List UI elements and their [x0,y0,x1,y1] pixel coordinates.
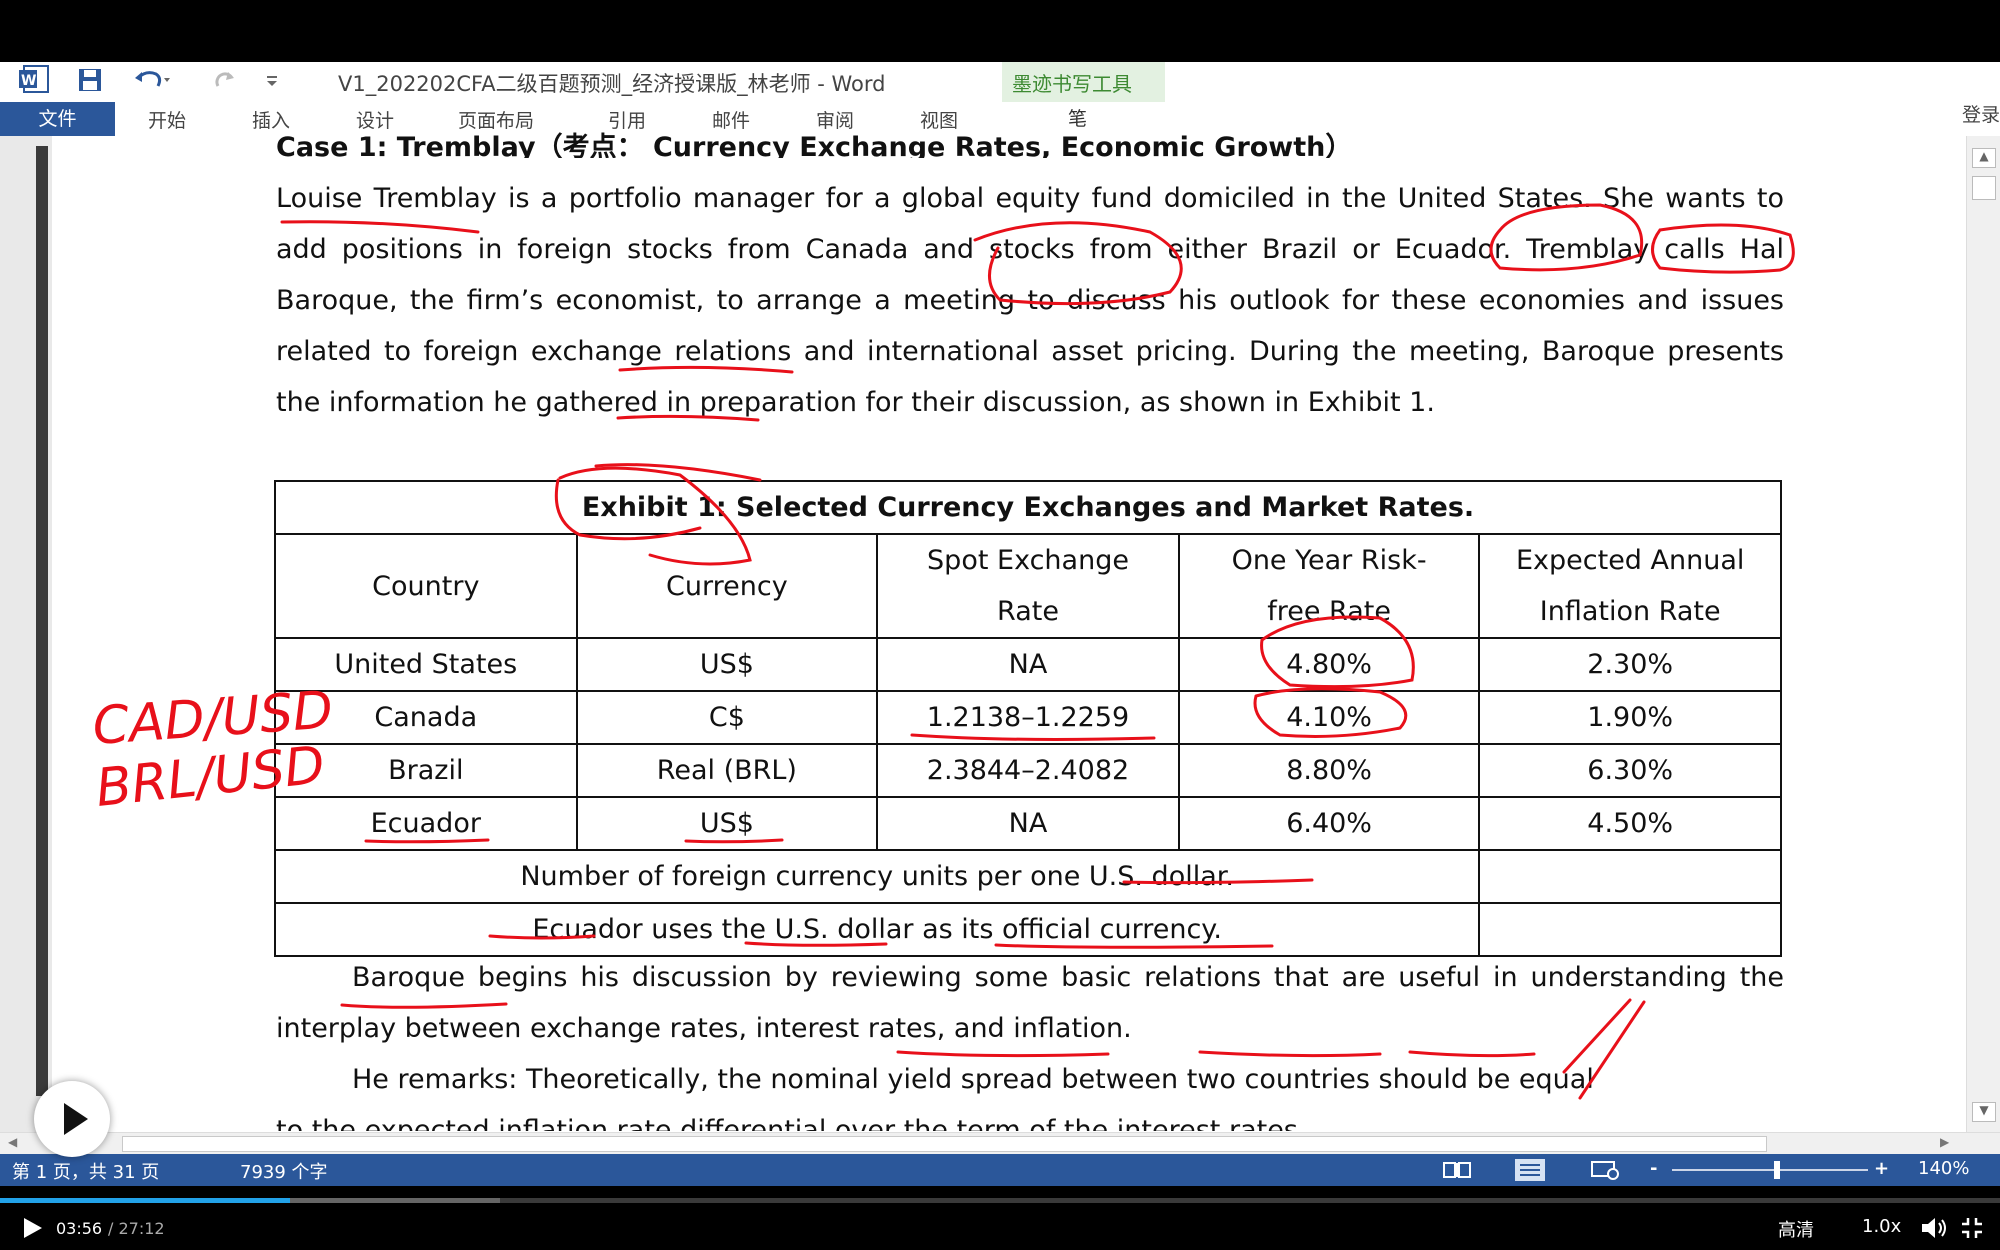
current-time: 03:56 [56,1219,103,1238]
cell-currency: Real (BRL) [575,743,879,798]
table-row: Brazil Real (BRL) 2.3844–2.4082 8.80% 6.… [274,743,1782,798]
cell-inflation: 6.30% [1478,743,1782,798]
play-icon[interactable] [20,1216,44,1244]
header-rf-line1: One Year Risk- [1231,545,1427,576]
cell-spot: NA [876,796,1180,851]
word-count[interactable]: 7939 个字 [240,1158,328,1184]
header-rf-line2: free Rate [1267,596,1391,627]
read-mode-icon[interactable] [1442,1160,1472,1185]
redo-icon[interactable] [210,66,240,100]
header-spot: Spot Exchange Rate [876,533,1180,639]
horizontal-scrollbar[interactable]: ◀ ▶ [0,1132,2000,1154]
tab-home[interactable]: 开始 [148,106,186,133]
table-row: Ecuador US$ NA 6.40% 4.50% [274,796,1782,851]
header-country: Country [274,533,578,639]
table-note-empty-cell [1478,902,1782,957]
cell-currency: C$ [575,690,879,745]
table-note-ecuador: Ecuador uses the U.S. dollar as its offi… [273,902,1481,957]
tab-file[interactable]: 文件 [0,102,115,136]
video-top-band [0,0,2000,62]
quality-selector[interactable]: 高清 [1778,1216,1814,1242]
cell-spot: 1.2138–1.2259 [876,690,1180,745]
zoom-slider[interactable] [1672,1169,1868,1171]
duration: / 27:12 [108,1219,165,1238]
vertical-scrollbar[interactable]: ▲ ▼ [1966,136,2000,1132]
cell-country: Brazil [274,743,578,798]
window-title: V1_202202CFA二级百题预测_经济授课版_林老师 - Word [338,72,886,96]
paragraph-discussion: Baroque begins his discussion by reviewi… [276,962,1784,1044]
header-inflation: Expected Annual Inflation Rate [1478,533,1782,639]
paragraph-remarks-continued: to the expected inflation rate different… [276,1115,1307,1131]
header-spot-line1: Spot Exchange [927,545,1129,576]
cell-risk-free: 6.40% [1177,796,1481,851]
table-row: Canada C$ 1.2138–1.2259 4.10% 1.90% [274,690,1782,745]
exhibit-table: Exhibit 1: Selected Currency Exchanges a… [273,480,1782,957]
paragraph-intro: Louise Tremblay is a portfolio manager f… [276,183,1784,418]
status-bar: 第 1 页，共 31 页 7939 个字 - + 140% [0,1154,2000,1186]
video-progress-fill [0,1198,290,1203]
svg-text:W: W [21,73,36,89]
exhibit-title: Exhibit 1: Selected Currency Exchanges a… [274,480,1782,535]
web-layout-icon[interactable] [1590,1160,1620,1185]
video-controls: 03:56 / 27:12 高清 1.0x [0,1204,2000,1250]
cell-risk-free: 4.80% [1177,637,1481,692]
cell-inflation: 2.30% [1478,637,1782,692]
scroll-right-icon[interactable]: ▶ [1940,1135,1949,1149]
horizontal-scroll-thumb[interactable] [122,1136,1767,1152]
word-logo-icon: W [18,64,50,100]
page-count[interactable]: 第 1 页，共 31 页 [12,1158,159,1184]
cell-inflation: 4.50% [1478,796,1782,851]
zoom-level[interactable]: 140% [1918,1158,1969,1179]
zoom-slider-handle[interactable] [1774,1161,1780,1179]
zoom-in-button[interactable]: + [1874,1158,1889,1179]
cell-currency: US$ [575,637,879,692]
login-link[interactable]: 登录 [1962,100,2000,127]
document-body: Louise Tremblay is a portfolio manager f… [276,142,1784,428]
exit-fullscreen-icon[interactable] [1960,1216,1984,1244]
play-overlay-icon [64,1103,88,1135]
cell-inflation: 1.90% [1478,690,1782,745]
header-spot-line2: Rate [997,596,1059,627]
play-overlay-button[interactable] [34,1081,110,1157]
header-inf-line2: Inflation Rate [1539,596,1721,627]
scroll-thumb[interactable] [1972,176,1996,200]
video-progress-bar[interactable] [0,1198,2000,1203]
cell-spot: 2.3844–2.4082 [876,743,1180,798]
table-note-units: Number of foreign currency units per one… [273,849,1481,904]
customize-toolbar-icon[interactable] [264,66,280,100]
cell-risk-free: 8.80% [1177,743,1481,798]
zoom-out-button[interactable]: - [1650,1158,1657,1179]
cell-risk-free: 4.10% [1177,690,1481,745]
page-edge [36,146,48,1096]
scroll-left-icon[interactable]: ◀ [8,1135,17,1149]
scroll-up-icon[interactable]: ▲ [1972,148,1996,168]
header-currency: Currency [575,533,879,639]
cell-country: Canada [274,690,578,745]
save-icon[interactable] [76,66,104,100]
document-body-continued: Baroque begins his discussion by reviewi… [276,952,1784,1131]
cell-country: United States [274,637,578,692]
ink-tools-tab: 墨迹书写工具 [1012,72,1132,96]
table-note-empty-cell [1478,849,1782,904]
cell-country: Ecuador [274,796,578,851]
paragraph-remarks: He remarks: Theoretically, the nominal y… [352,1064,1594,1095]
word-title-bar: W V1_202202CFA二级百题预测_经济授课版_林老师 - Word ? [0,62,2000,153]
print-layout-icon[interactable] [1514,1158,1546,1187]
speed-selector[interactable]: 1.0x [1862,1216,1901,1237]
scroll-down-icon[interactable]: ▼ [1972,1102,1996,1122]
volume-icon[interactable] [1920,1216,1948,1244]
header-risk-free: One Year Risk-free Rate [1177,533,1481,639]
table-row: United States US$ NA 4.80% 2.30% [274,637,1782,692]
header-inf-line1: Expected Annual [1515,545,1745,576]
undo-icon[interactable] [132,66,172,100]
cell-spot: NA [876,637,1180,692]
cell-currency: US$ [575,796,879,851]
